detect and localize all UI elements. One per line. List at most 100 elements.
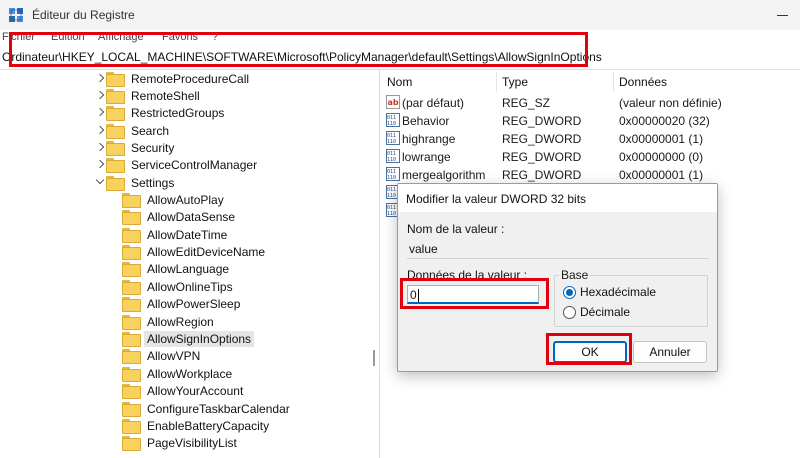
column-separator[interactable] <box>613 72 614 92</box>
chevron-right-icon[interactable] <box>96 70 106 87</box>
folder-icon <box>106 176 125 191</box>
tree-child-configuretaskbarcalendar[interactable]: ConfigureTaskbarCalendar <box>122 400 293 417</box>
tree-item-remoteshell[interactable]: RemoteShell <box>96 87 203 104</box>
tree-child-allowdatasense[interactable]: AllowDataSense <box>122 208 238 225</box>
value-data: 0x00000000 (0) <box>619 150 704 164</box>
folder-icon <box>106 106 125 121</box>
tree-item-label: EnableBatteryCapacity <box>147 418 270 433</box>
tree-pane[interactable]: RemoteProcedureCall RemoteShell Restrict… <box>0 70 379 458</box>
svg-text:110: 110 <box>387 175 396 181</box>
address-path[interactable]: Ordinateur\HKEY_LOCAL_MACHINE\SOFTWARE\M… <box>2 50 602 64</box>
chevron-right-icon[interactable] <box>96 122 106 139</box>
value-name: lowrange <box>402 150 451 164</box>
folder-icon <box>122 384 141 399</box>
dword-value-icon: 011 110 <box>386 149 400 163</box>
chevron-right-icon[interactable] <box>96 104 106 121</box>
tree-item-label: AllowWorkplace <box>147 366 233 381</box>
tree-item-label: AllowEditDeviceName <box>147 244 266 259</box>
column-header-data[interactable]: Données <box>619 75 667 89</box>
tree-item-label: RestrictedGroups <box>131 105 225 120</box>
dialog-title-bar[interactable]: Modifier la valeur DWORD 32 bits <box>398 184 717 212</box>
tree-item-label: AllowVPN <box>147 348 201 363</box>
tree-item-settings[interactable]: Settings <box>96 174 177 191</box>
menu-affichage[interactable]: Affichage <box>98 30 144 44</box>
column-separator[interactable] <box>496 72 497 92</box>
title-bar: Éditeur du Registre <box>0 0 800 30</box>
tree-item-label: AllowDataSense <box>147 209 236 224</box>
svg-text:ab: ab <box>388 98 399 107</box>
tree-child-allowvpn[interactable]: AllowVPN <box>122 347 203 364</box>
radio-checked-icon[interactable] <box>563 285 576 299</box>
chevron-right-icon[interactable] <box>96 156 106 173</box>
menu-favoris[interactable]: Favoris <box>162 30 198 44</box>
tree-item-remoteprocedurecall[interactable]: RemoteProcedureCall <box>96 70 252 87</box>
value-name-label: Nom de la valeur : <box>407 222 505 236</box>
radio-unchecked-icon[interactable] <box>563 305 576 319</box>
cancel-button[interactable]: Annuler <box>633 341 707 363</box>
value-row[interactable]: 011 110 lowrange REG_DWORD 0x00000000 (0… <box>380 148 800 166</box>
folder-icon <box>106 124 125 139</box>
svg-text:110: 110 <box>387 121 396 127</box>
tree-item-label: Search <box>131 123 170 138</box>
dialog-title: Modifier la valeur DWORD 32 bits <box>406 192 587 206</box>
tree-item-restrictedgroups[interactable]: RestrictedGroups <box>96 104 227 121</box>
tree-child-allowyouraccount[interactable]: AllowYourAccount <box>122 382 246 399</box>
base-group: Base Hexadécimale Décimale <box>554 268 708 327</box>
address-bar[interactable]: Ordinateur\HKEY_LOCAL_MACHINE\SOFTWARE\M… <box>0 44 800 70</box>
tree-item-label: AllowDateTime <box>147 227 228 242</box>
folder-icon <box>106 158 125 173</box>
folder-icon <box>106 72 125 87</box>
tree-item-servicecontrolmanager[interactable]: ServiceControlManager <box>96 156 260 173</box>
tree-child-pagevisibilitylist[interactable]: PageVisibilityList <box>122 434 240 451</box>
menu-help[interactable]: ? <box>212 30 218 44</box>
tree-child-allowregion[interactable]: AllowRegion <box>122 313 217 330</box>
minimize-button[interactable] <box>776 8 790 22</box>
chevron-right-icon[interactable] <box>96 139 106 156</box>
tree-child-enablebatterycapacity[interactable]: EnableBatteryCapacity <box>122 417 272 434</box>
radio-hexadecimal[interactable]: Hexadécimale <box>563 284 656 300</box>
value-row[interactable]: 011 110 Behavior REG_DWORD 0x00000020 (3… <box>380 112 800 130</box>
tree-scrollbar-thumb[interactable] <box>373 350 375 366</box>
dword-value-icon: 011 110 <box>386 131 400 145</box>
value-data: 0x00000020 (32) <box>619 114 710 128</box>
value-data-input[interactable]: 0 <box>407 285 539 304</box>
folder-icon <box>122 262 141 277</box>
ok-button[interactable]: OK <box>553 341 627 363</box>
tree-child-allowpowersleep[interactable]: AllowPowerSleep <box>122 295 243 312</box>
column-header-type[interactable]: Type <box>502 75 528 89</box>
svg-text:110: 110 <box>387 211 396 217</box>
radio-decimal-label: Décimale <box>580 305 631 319</box>
tree-item-label: ServiceControlManager <box>131 157 258 172</box>
value-row[interactable]: 011 110 highrange REG_DWORD 0x00000001 (… <box>380 130 800 148</box>
value-row[interactable]: ab (par défaut) REG_SZ (valeur non défin… <box>380 94 800 112</box>
chevron-down-icon[interactable] <box>96 174 106 191</box>
tree-child-allowonlinetips[interactable]: AllowOnlineTips <box>122 278 236 295</box>
radio-decimal[interactable]: Décimale <box>563 304 630 320</box>
tree-item-search[interactable]: Search <box>96 122 172 139</box>
tree-item-label: RemoteProcedureCall <box>131 71 250 86</box>
column-header-name[interactable]: Nom <box>387 75 412 89</box>
tree-child-allowlanguage[interactable]: AllowLanguage <box>122 260 232 277</box>
folder-icon <box>122 193 141 208</box>
value-type: REG_DWORD <box>502 114 582 128</box>
menu-fichier[interactable]: Fichier <box>2 30 35 44</box>
chevron-right-icon[interactable] <box>96 87 106 104</box>
value-row[interactable]: 011 110 mergealgorithm REG_DWORD 0x00000… <box>380 166 800 184</box>
tree-child-allowautoplay[interactable]: AllowAutoPlay <box>122 191 227 208</box>
tree-item-security[interactable]: Security <box>96 139 177 156</box>
base-group-title: Base <box>559 268 591 282</box>
tree-child-allowdatetime[interactable]: AllowDateTime <box>122 226 230 243</box>
tree-item-label: AllowRegion <box>147 314 214 329</box>
tree-child-allowworkplace[interactable]: AllowWorkplace <box>122 365 235 382</box>
tree-item-label: AllowAutoPlay <box>147 192 224 207</box>
value-data: 0x00000001 (1) <box>619 132 704 146</box>
tree-child-allowsigninoptions[interactable]: AllowSignInOptions <box>122 330 255 347</box>
tree-item-label: AllowYourAccount <box>147 383 244 398</box>
folder-icon <box>122 280 141 295</box>
value-data-label: Données de la valeur : <box>407 268 528 282</box>
menu-edition[interactable]: Edition <box>51 30 85 44</box>
tree-item-label: AllowLanguage <box>147 261 230 276</box>
svg-text:110: 110 <box>387 157 396 163</box>
folder-icon <box>122 402 141 417</box>
tree-child-alloweditdevicename[interactable]: AllowEditDeviceName <box>122 243 268 260</box>
